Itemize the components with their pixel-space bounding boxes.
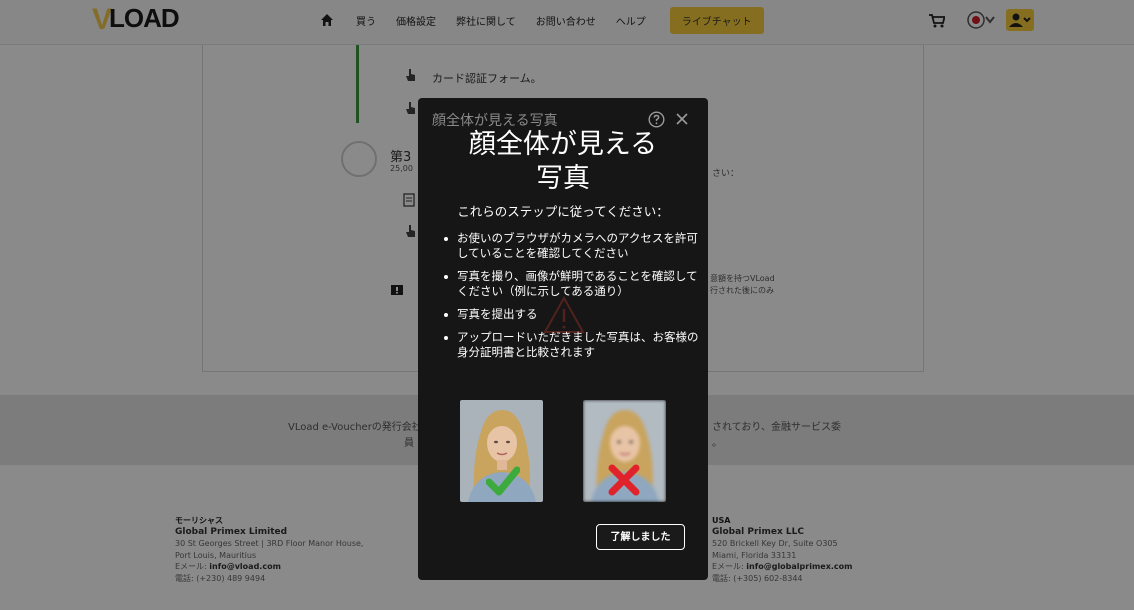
x-mark-icon — [608, 464, 640, 496]
instruction-item: お使いのブラウザがカメラへのアクセスを許可していることを確認してください — [442, 231, 704, 261]
modal-title: 顔全体が見える 写真 — [418, 128, 708, 196]
instruction-list: お使いのブラウザがカメラへのアクセスを許可していることを確認してください 写真を… — [442, 231, 704, 368]
modal-title-line1: 顔全体が見える — [468, 129, 658, 160]
help-icon[interactable] — [648, 111, 665, 128]
instruction-item: 写真を撮り、画像が鮮明であることを確認してください（例に示してある通り） — [442, 269, 704, 299]
modal-header-title: 顔全体が見える写真 — [432, 113, 558, 129]
instruction-item: アップロードいただきました写真は、お客様の身分証明書と比較されます — [442, 330, 704, 360]
modal-subtitle: これらのステップに従ってください： — [457, 204, 669, 219]
checkmark-icon — [486, 466, 520, 496]
close-icon[interactable] — [675, 112, 689, 126]
example-photo-bad — [583, 400, 666, 502]
instruction-item: 写真を提出する — [442, 307, 704, 322]
face-photo-modal: 顔全体が見える写真 顔全体が見える 写真 これらのステップに従ってください： お… — [418, 98, 708, 580]
modal-title-line2: 写真 — [536, 163, 590, 194]
example-photo-good — [460, 400, 543, 502]
ok-button[interactable]: 了解しました — [596, 524, 685, 550]
